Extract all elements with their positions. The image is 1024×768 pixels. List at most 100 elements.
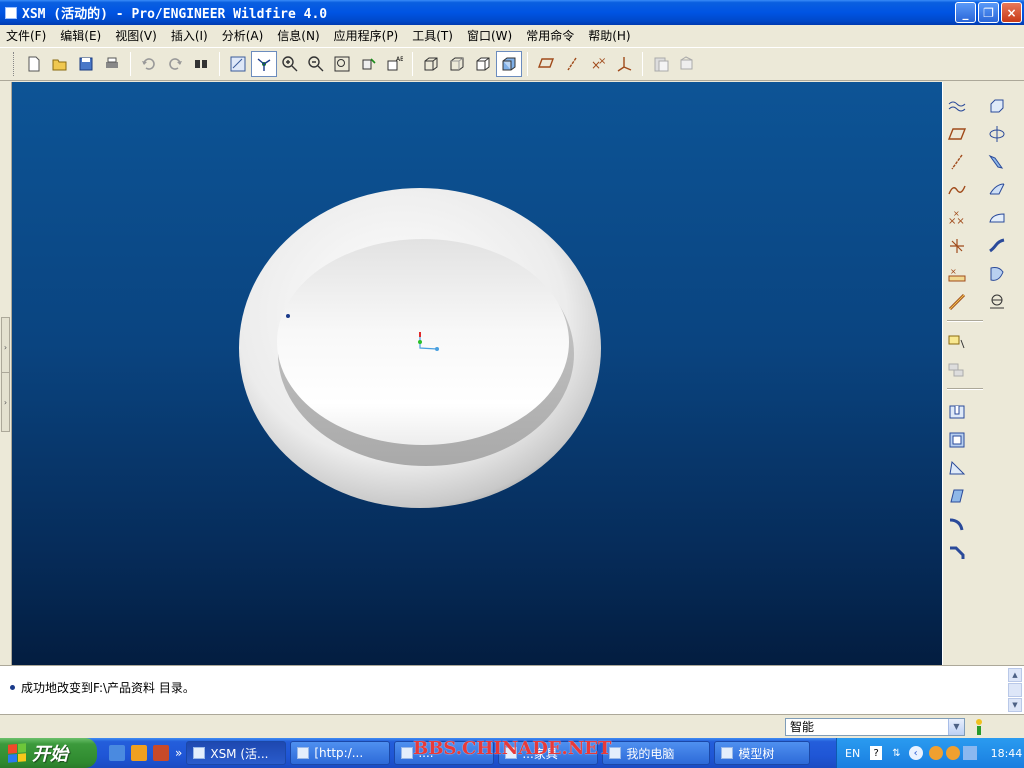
app-icon (5, 6, 17, 19)
quicklaunch-desktop-icon[interactable] (109, 745, 125, 761)
copy-geometry-icon[interactable] (945, 358, 969, 382)
computer-icon (609, 747, 622, 759)
scroll-down-icon[interactable]: ▼ (1008, 698, 1022, 712)
network-icon[interactable] (962, 746, 977, 760)
hole-icon[interactable] (945, 400, 969, 424)
zoom-out-icon[interactable] (303, 51, 329, 77)
sweep-icon[interactable] (985, 150, 1009, 174)
maximize-button[interactable]: ❐ (978, 2, 999, 23)
boundary-blend-icon[interactable] (985, 206, 1009, 230)
datum-point-tool-icon[interactable]: ×× × (945, 206, 969, 230)
chamfer-icon[interactable] (945, 540, 969, 564)
part-top-face (277, 239, 569, 445)
refit-icon[interactable] (329, 51, 355, 77)
language-indicator[interactable]: EN (845, 747, 860, 760)
menu-file[interactable]: 文件(F) (6, 27, 46, 44)
menu-tools[interactable]: 工具(T) (412, 27, 453, 44)
title-bar[interactable]: XSM (活动的) - Pro/ENGINEER Wildfire 4.0 _ … (0, 0, 1024, 25)
taskbar-button-window4[interactable]: ...家具 (498, 741, 599, 765)
graphics-window[interactable] (12, 82, 942, 665)
menu-edit[interactable]: 编辑(E) (60, 27, 101, 44)
scroll-thumb[interactable] (1008, 683, 1022, 697)
tray-expand-icon[interactable]: ‹ (908, 746, 923, 760)
revolve-icon[interactable] (985, 122, 1009, 146)
round-icon[interactable] (945, 512, 969, 536)
chevron-down-icon[interactable]: ▼ (948, 719, 964, 735)
paste-icon[interactable] (648, 51, 674, 77)
new-icon[interactable] (21, 51, 47, 77)
blend-icon[interactable] (985, 178, 1009, 202)
window-icon (721, 747, 734, 759)
navigator-tab-lower[interactable]: › (1, 372, 10, 432)
menu-applications[interactable]: 应用程序(P) (334, 27, 399, 44)
navigator-tab-upper[interactable]: › (1, 317, 10, 377)
menu-help[interactable]: 帮助(H) (588, 27, 630, 44)
variable-section-sweep-icon[interactable] (985, 234, 1009, 258)
shading-icon[interactable] (496, 51, 522, 77)
menu-insert[interactable]: 插入(I) (171, 27, 208, 44)
no-hidden-icon[interactable] (470, 51, 496, 77)
datum-planes-icon[interactable] (533, 51, 559, 77)
extrude-icon[interactable] (985, 94, 1009, 118)
tray-arrows-icon[interactable]: ⇅ (892, 748, 900, 759)
selection-filter-select[interactable]: 智能 ▼ (785, 718, 965, 736)
taskbar-button-browser[interactable]: [http:/... (290, 741, 391, 765)
paste-special-icon[interactable] (674, 51, 700, 77)
quicklaunch-more-icon[interactable]: » (175, 746, 182, 760)
taskbar-button-my-computer[interactable]: 我的电脑 (602, 741, 711, 765)
datum-axes-icon[interactable] (559, 51, 585, 77)
menu-window[interactable]: 窗口(W) (467, 27, 512, 44)
taskbar-button-model-tree[interactable]: 模型树 (714, 741, 811, 765)
start-label: 开始 (32, 744, 68, 765)
datum-csys-icon[interactable] (945, 234, 969, 258)
navigator-rail: › › (0, 82, 12, 665)
find-icon[interactable] (188, 51, 214, 77)
quicklaunch-app-icon[interactable] (153, 745, 169, 761)
window-icon (505, 747, 518, 759)
datum-plane-display-icon[interactable] (945, 94, 969, 118)
menu-view[interactable]: 视图(V) (115, 27, 157, 44)
clock[interactable]: 18:44 (991, 747, 1023, 760)
datum-axis-icon[interactable] (945, 150, 969, 174)
spin-center-icon[interactable] (251, 51, 277, 77)
toolbar-grip[interactable] (13, 52, 16, 76)
wireframe-icon[interactable] (418, 51, 444, 77)
help-icon[interactable]: ? (870, 746, 883, 760)
datum-plane-icon[interactable] (945, 122, 969, 146)
print-icon[interactable] (99, 51, 125, 77)
menu-analysis[interactable]: 分析(A) (222, 27, 264, 44)
taskbar-button-window3[interactable]: .... (394, 741, 495, 765)
qq-icon[interactable] (928, 746, 943, 760)
menu-common-commands[interactable]: 常用命令 (526, 27, 574, 44)
message-scrollbar[interactable]: ▲ ▼ (1008, 668, 1022, 712)
datum-analysis-icon[interactable]: × (945, 262, 969, 286)
style-icon[interactable] (985, 262, 1009, 286)
draft-icon[interactable] (945, 484, 969, 508)
hidden-line-icon[interactable] (444, 51, 470, 77)
selection-filter-value: 智能 (790, 720, 815, 734)
shell-icon[interactable] (945, 428, 969, 452)
saved-views-icon[interactable]: AB (381, 51, 407, 77)
coord-systems-icon[interactable] (611, 51, 637, 77)
repaint-icon[interactable] (225, 51, 251, 77)
qq-icon-2[interactable] (945, 746, 960, 760)
quicklaunch-browser-icon[interactable] (131, 745, 147, 761)
minimize-button[interactable]: _ (955, 2, 976, 23)
zoom-in-icon[interactable] (277, 51, 303, 77)
menu-info[interactable]: 信息(N) (277, 27, 319, 44)
orient-icon[interactable] (355, 51, 381, 77)
close-button[interactable]: × (1001, 2, 1022, 23)
save-icon[interactable] (73, 51, 99, 77)
datum-points-icon[interactable]: × × (585, 51, 611, 77)
datum-curve-icon[interactable] (945, 178, 969, 202)
taskbar-button-proe[interactable]: XSM (活... (186, 741, 287, 765)
measure-icon[interactable] (985, 290, 1009, 314)
undo-icon[interactable] (136, 51, 162, 77)
scroll-up-icon[interactable]: ▲ (1008, 668, 1022, 682)
rib-icon[interactable] (945, 456, 969, 480)
reference-icon[interactable] (945, 330, 969, 354)
redo-icon[interactable] (162, 51, 188, 77)
open-icon[interactable] (47, 51, 73, 77)
sketch-tool-icon[interactable] (945, 290, 969, 314)
start-button[interactable]: 开始 (0, 738, 97, 768)
